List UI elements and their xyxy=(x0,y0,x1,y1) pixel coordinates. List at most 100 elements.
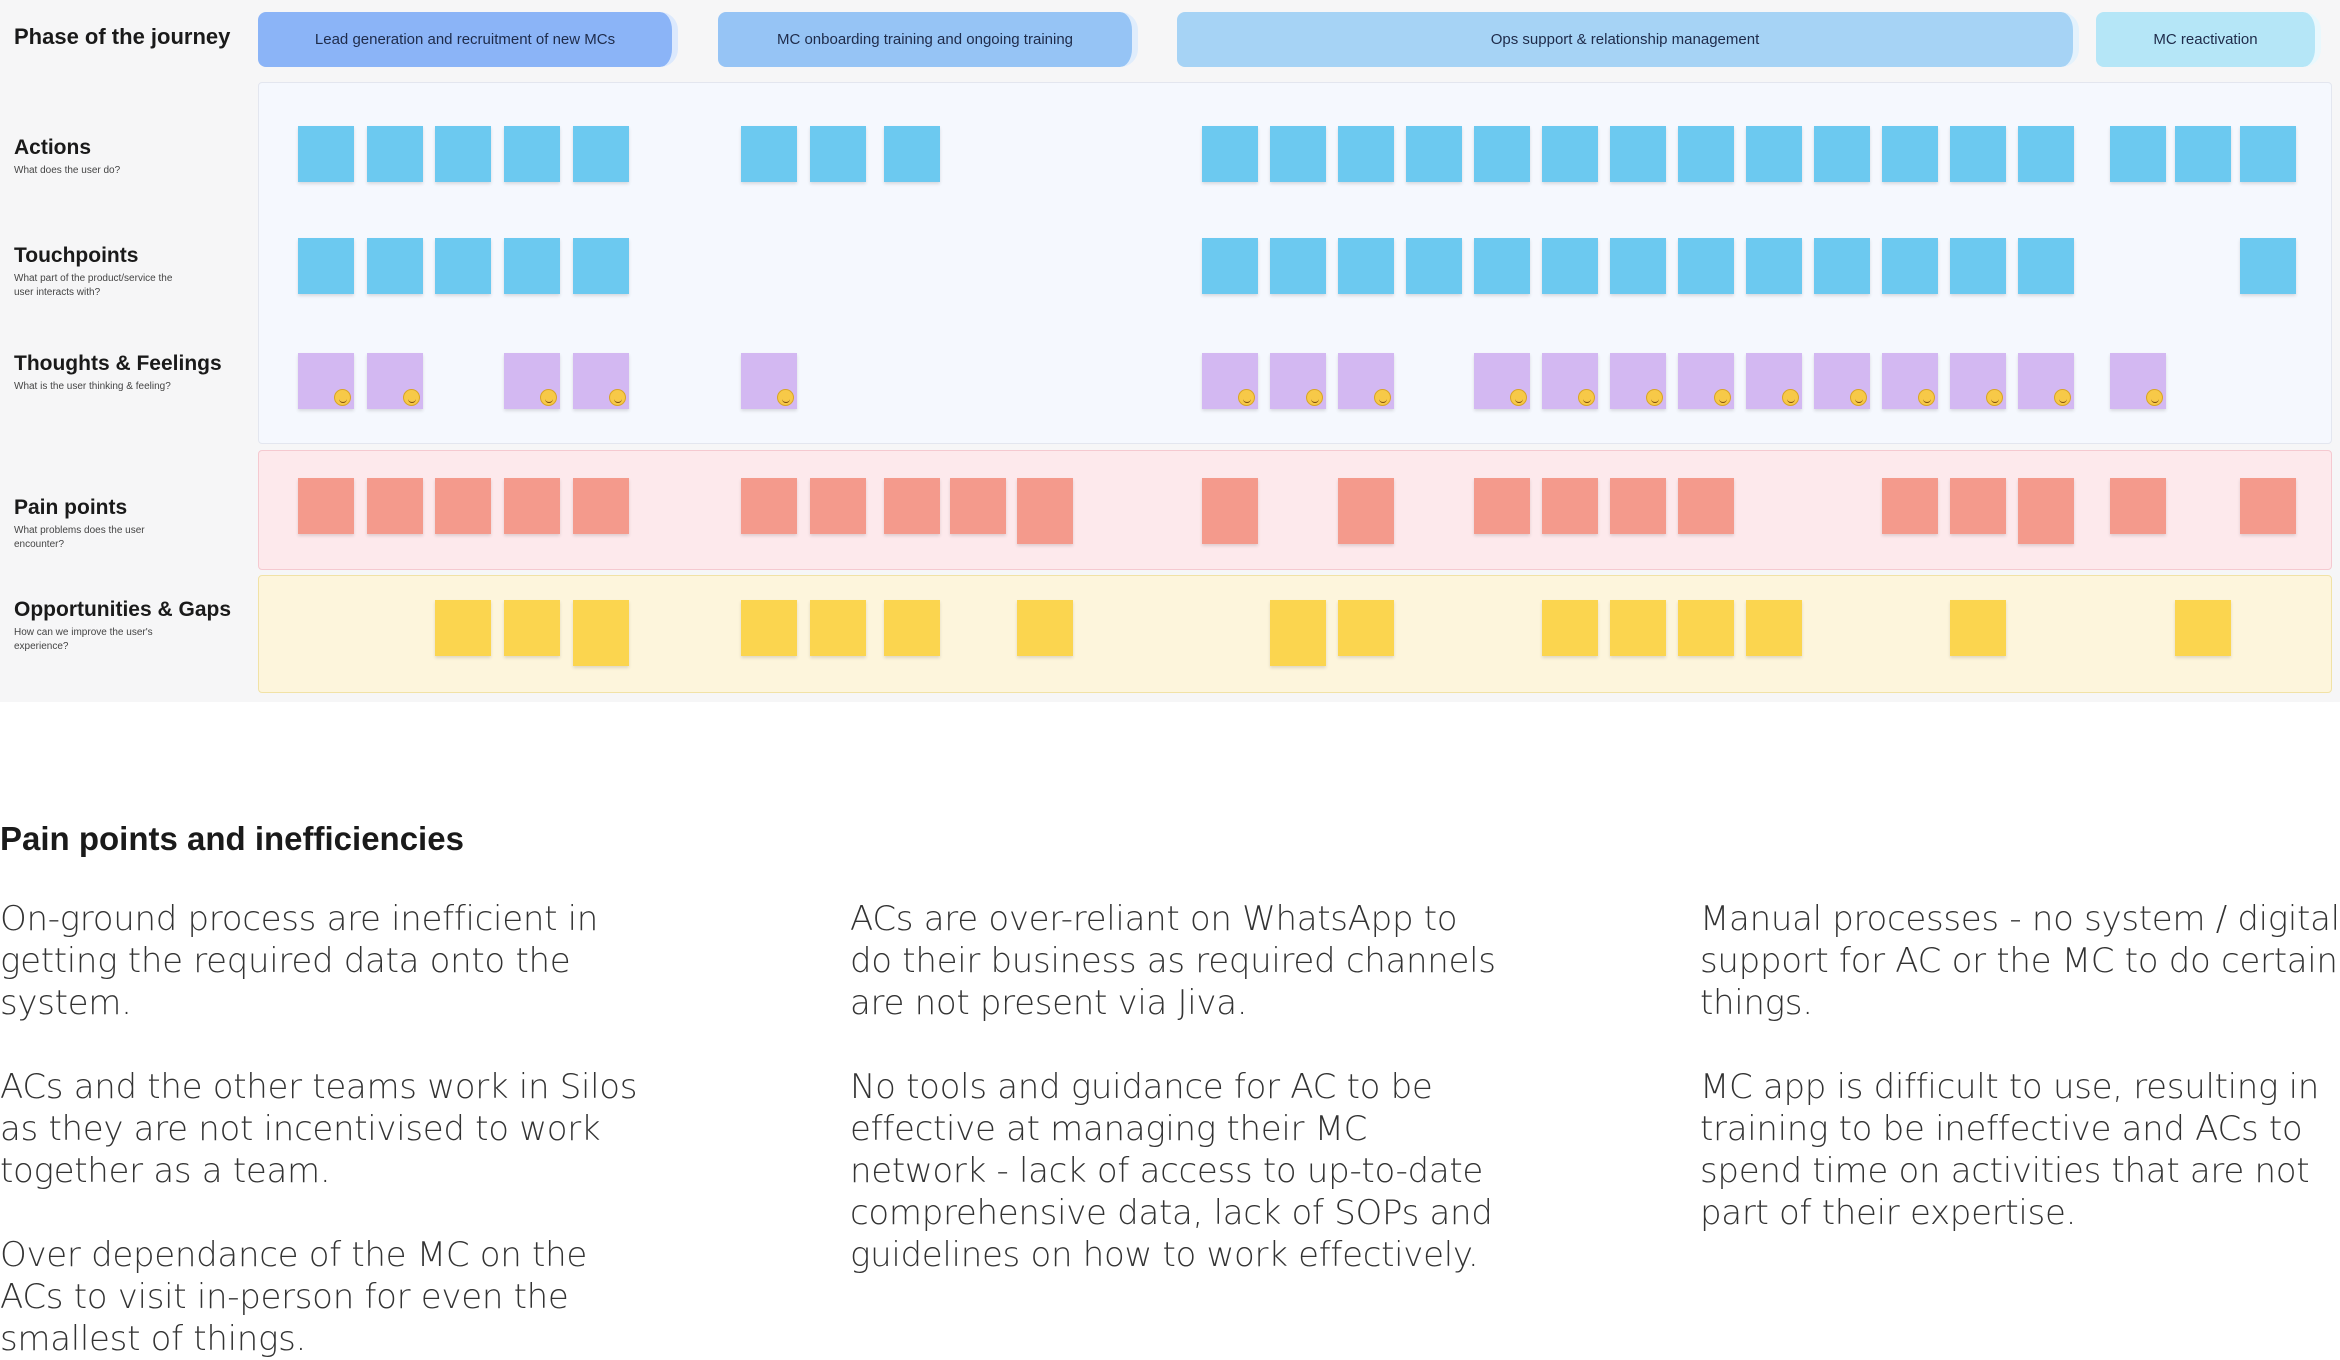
sticky-note xyxy=(884,600,940,656)
emoji-icon xyxy=(1306,389,1323,406)
sticky-note xyxy=(435,600,491,656)
sticky-note xyxy=(1202,353,1258,409)
sticky-note xyxy=(1814,353,1870,409)
row-label-thoughts-feelings: Thoughts & Feelings What is the user thi… xyxy=(14,352,222,394)
sticky-note xyxy=(504,126,560,182)
row-label-touchpoints: Touchpoints What part of the product/ser… xyxy=(14,244,184,300)
sticky-note xyxy=(1202,238,1258,294)
phase-label: MC reactivation xyxy=(2153,31,2258,48)
sticky-note xyxy=(1406,238,1462,294)
insight-paragraph: MC app is difficult to use, resulting in… xyxy=(1700,1067,2320,1233)
sticky-note xyxy=(1678,600,1734,656)
row-label-pain-points: Pain points What problems does the user … xyxy=(14,496,184,552)
sticky-note xyxy=(1746,126,1802,182)
emoji-icon xyxy=(1578,389,1595,406)
emoji-icon xyxy=(1510,389,1527,406)
sticky-note xyxy=(810,126,866,182)
sticky-note xyxy=(1678,238,1734,294)
sticky-note xyxy=(367,238,423,294)
emoji-icon xyxy=(1714,389,1731,406)
sticky-note xyxy=(1814,126,1870,182)
row-title: Opportunities & Gaps xyxy=(14,598,232,621)
sticky-note xyxy=(367,126,423,182)
row-title: Thoughts & Feelings xyxy=(14,352,222,375)
sticky-note xyxy=(741,353,797,409)
sticky-note xyxy=(1338,238,1394,294)
sticky-note xyxy=(1610,126,1666,182)
sticky-note xyxy=(1017,600,1073,656)
phase-label: Ops support & relationship management xyxy=(1490,31,1760,48)
emoji-icon xyxy=(609,389,626,406)
sticky-note xyxy=(1338,126,1394,182)
emoji-icon xyxy=(777,389,794,406)
row-subtitle: What part of the product/service the use… xyxy=(14,273,173,299)
sticky-note xyxy=(435,126,491,182)
sticky-note xyxy=(2018,478,2074,544)
sticky-note xyxy=(1542,353,1598,409)
sticky-note xyxy=(504,600,560,656)
sticky-note xyxy=(1814,238,1870,294)
sticky-note xyxy=(1270,600,1326,666)
sticky-note xyxy=(298,126,354,182)
sticky-note xyxy=(504,353,560,409)
insight-paragraph: Over dependance of the MC on the ACs to … xyxy=(0,1235,587,1359)
sticky-note xyxy=(1338,353,1394,409)
row-label-opportunities: Opportunities & Gaps How can we improve … xyxy=(14,598,231,654)
sticky-note xyxy=(1270,126,1326,182)
sticky-note xyxy=(1610,238,1666,294)
row-subtitle: What does the user do? xyxy=(14,165,121,177)
sticky-note xyxy=(1678,126,1734,182)
emoji-icon xyxy=(403,389,420,406)
sticky-note xyxy=(1882,238,1938,294)
sticky-note xyxy=(1474,478,1530,534)
sticky-note xyxy=(1542,478,1598,534)
phase-onboarding-training: MC onboarding training and ongoing train… xyxy=(718,12,1138,67)
sticky-note xyxy=(573,238,629,294)
sticky-note xyxy=(367,478,423,534)
sticky-note xyxy=(435,238,491,294)
phase-reactivation: MC reactivation xyxy=(2096,12,2321,67)
sticky-note xyxy=(1542,126,1598,182)
emoji-icon xyxy=(1850,389,1867,406)
phase-lead-generation: Lead generation and recruitment of new M… xyxy=(258,12,678,67)
sticky-note xyxy=(741,478,797,534)
journey-map-board: Phase of the journey Lead generation and… xyxy=(0,0,2340,702)
phase-ops-support: Ops support & relationship management xyxy=(1177,12,2079,67)
sticky-note xyxy=(2240,478,2296,534)
sticky-note xyxy=(2175,126,2231,182)
sticky-note xyxy=(1017,478,1073,544)
sticky-note xyxy=(2018,126,2074,182)
row-title: Touchpoints xyxy=(14,244,139,267)
row-label-actions: Actions What does the user do? xyxy=(14,136,184,178)
sticky-note xyxy=(1882,353,1938,409)
sticky-note xyxy=(573,478,629,534)
sticky-note xyxy=(367,353,423,409)
sticky-note xyxy=(573,126,629,182)
sticky-note xyxy=(2110,478,2166,534)
sticky-note xyxy=(1950,600,2006,656)
sticky-note xyxy=(573,600,629,666)
sticky-note xyxy=(1746,238,1802,294)
sticky-note xyxy=(298,238,354,294)
insights-title: Pain points and inefficiencies xyxy=(0,820,464,857)
sticky-note xyxy=(741,126,797,182)
sticky-note xyxy=(1474,353,1530,409)
sticky-note xyxy=(741,600,797,656)
sticky-note xyxy=(950,478,1006,534)
sticky-note xyxy=(2110,126,2166,182)
sticky-note xyxy=(2018,238,2074,294)
sticky-note xyxy=(1950,238,2006,294)
sticky-note xyxy=(2110,353,2166,409)
emoji-icon xyxy=(540,389,557,406)
emoji-icon xyxy=(1918,389,1935,406)
sticky-note xyxy=(1950,353,2006,409)
emoji-icon xyxy=(1646,389,1663,406)
sticky-note xyxy=(298,478,354,534)
sticky-note xyxy=(1202,478,1258,544)
sticky-note xyxy=(1202,126,1258,182)
row-subtitle: What problems does the user encounter? xyxy=(14,525,145,551)
sticky-note xyxy=(1610,600,1666,656)
sticky-note xyxy=(1882,478,1938,534)
sticky-note xyxy=(810,478,866,534)
sticky-note xyxy=(435,478,491,534)
